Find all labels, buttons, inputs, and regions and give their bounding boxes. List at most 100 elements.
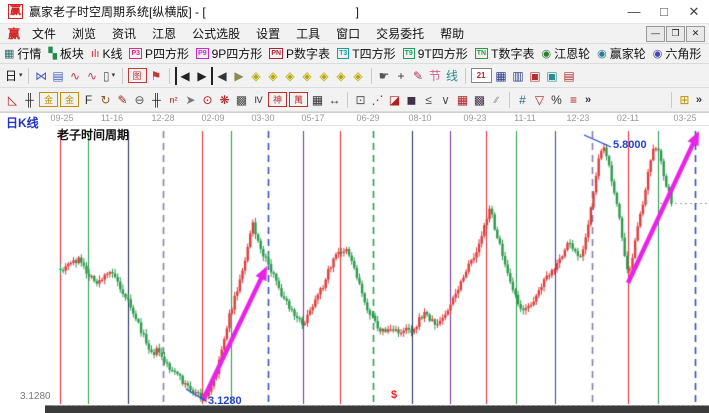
crosshair-tool-icon[interactable]: + [394, 67, 409, 85]
shaded-grid-icon[interactable]: ▩ [234, 91, 249, 109]
arrow-draw-icon[interactable]: ➤ [183, 91, 198, 109]
period-day-dropdown[interactable]: 日▾ [5, 67, 23, 85]
close-button[interactable]: ✕ [679, 1, 709, 23]
period-label[interactable]: 日K线 [6, 114, 39, 131]
candlestick-chart-canvas[interactable] [0, 113, 709, 406]
gann-wheel-button[interactable]: ◉江恩轮 [541, 45, 590, 62]
chart-title: 老子时间周期 [57, 126, 129, 143]
percent-icon[interactable]: % [549, 91, 564, 109]
menu-item-9[interactable]: 帮助 [432, 25, 472, 42]
menu-item-4[interactable]: 公式选股 [184, 25, 248, 42]
grid-bars-icon[interactable]: ╫ [149, 91, 164, 109]
angle-tool-icon[interactable]: ◺ [5, 91, 20, 109]
bar-style-dropdown[interactable]: ▯▾ [102, 67, 117, 85]
save-icon[interactable]: ▣ [528, 67, 543, 85]
wave3-icon[interactable]: ∿ [68, 67, 83, 85]
diamond-center-icon[interactable]: ◈ [317, 67, 332, 85]
slash-lines-icon[interactable]: ∕∕ [489, 91, 504, 109]
diamond-expand-icon[interactable]: ◈ [283, 67, 298, 85]
menu-item-3[interactable]: 江恩 [144, 25, 184, 42]
zigzag-check-icon[interactable]: ∨ [438, 91, 453, 109]
menu-item-8[interactable]: 交易委托 [368, 25, 432, 42]
transfer-icon[interactable]: ▣ [545, 67, 560, 85]
nav-prev-icon[interactable]: ◀ [215, 67, 230, 85]
flag-icon[interactable]: ⚑ [149, 67, 164, 85]
p-number-table-button[interactable]: PNP数字表 [269, 45, 330, 62]
date-label: 11-16 [101, 113, 123, 123]
minimize-button[interactable]: — [619, 1, 649, 23]
zigzag-tool-icon[interactable]: ⋈ [34, 67, 49, 85]
stats-bars-icon[interactable]: # [515, 91, 530, 109]
diamond-down-icon[interactable]: ◈ [351, 67, 366, 85]
diamond-up-icon[interactable]: ◈ [334, 67, 349, 85]
nav-next-icon[interactable]: ▶ [232, 67, 247, 85]
compass-pen-icon[interactable]: ✎ [115, 91, 130, 109]
calculator-icon[interactable]: ▦ [494, 67, 509, 85]
wave9-icon[interactable]: ∿ [85, 67, 100, 85]
diamond-right-icon[interactable]: ◈ [266, 67, 281, 85]
mdi-restore-button[interactable]: ❐ [666, 26, 685, 42]
winner-wheel-button[interactable]: ◉赢家轮 [597, 45, 646, 62]
fan-tool-icon[interactable]: ❋ [217, 91, 232, 109]
menu-item-5[interactable]: 设置 [248, 25, 288, 42]
box-tool-icon[interactable]: ⊡ [353, 91, 368, 109]
golden-ratio-icon[interactable]: 金 [60, 92, 79, 107]
right-pane-overflow-button[interactable]: » [696, 94, 702, 106]
percent-band-icon[interactable]: ▽ [532, 91, 547, 109]
notes-icon[interactable]: ▥ [511, 67, 526, 85]
toolbar-separator [465, 68, 466, 84]
quotes-button[interactable]: ▦行情 [4, 45, 41, 62]
menu-item-7[interactable]: 窗口 [328, 25, 368, 42]
pen-tool-icon[interactable]: ✎ [411, 67, 426, 85]
wan-tool-icon[interactable]: 萬 [289, 92, 308, 107]
menu-item-0[interactable]: 文件 [24, 25, 64, 42]
hbars-tool-icon[interactable]: ╫ [22, 91, 37, 109]
angle-lines-icon[interactable]: ≤ [421, 91, 436, 109]
sectors-button[interactable]: ▚板块 [48, 45, 83, 62]
diamond-left-icon[interactable]: ◈ [249, 67, 264, 85]
hand-tool-icon[interactable]: ☛ [377, 67, 392, 85]
circle-cross-icon[interactable]: ⊖ [132, 91, 147, 109]
shen-tool-icon[interactable]: 神 [268, 92, 287, 107]
main-toolbar-items: ▦行情 ▚板块 ılıK线 P3P四方形 P99P四方形 PNP数字表 T3T四方形 T99T… [4, 45, 708, 62]
maximize-button[interactable]: □ [649, 1, 679, 23]
percent-level-icon[interactable]: ≡ [566, 91, 581, 109]
menu-item-6[interactable]: 工具 [288, 25, 328, 42]
spiral-icon[interactable]: ↻ [98, 91, 113, 109]
p9-square-button[interactable]: P99P四方形 [196, 45, 262, 62]
n-square-icon[interactable]: n² [166, 91, 181, 109]
dark-box-icon[interactable]: ◼ [404, 91, 419, 109]
t-number-table-button[interactable]: TNT数字表 [475, 45, 535, 62]
bottom-scrollbar[interactable] [45, 405, 709, 413]
width-measure-icon[interactable]: ↔ [327, 91, 342, 109]
nav-first-icon[interactable]: ◀ [175, 67, 193, 85]
cycle-mark-icon[interactable]: 节 [428, 67, 443, 85]
mdi-minimize-button[interactable]: — [646, 26, 665, 42]
fan-lines-icon[interactable]: ⋰ [370, 91, 385, 109]
p-square-button[interactable]: P3P四方形 [129, 45, 189, 62]
mdi-close-button[interactable]: ✕ [686, 26, 705, 42]
dense-grid-icon[interactable]: ▦ [310, 91, 325, 109]
hatch-box-icon[interactable]: ◪ [387, 91, 402, 109]
golden-section-icon[interactable]: 金 [39, 92, 58, 107]
t-square-button[interactable]: T3T四方形 [337, 45, 396, 62]
calendar-icon[interactable]: 21 [471, 68, 492, 83]
toolbar3-overflow-button[interactable]: » [585, 94, 591, 106]
t9-square-button[interactable]: T99T四方形 [403, 45, 468, 62]
layout-grid-icon[interactable]: ⊞ [677, 91, 692, 109]
fibonacci-icon[interactable]: F [81, 91, 96, 109]
print-icon[interactable]: ▤ [562, 67, 577, 85]
red-grid-icon[interactable]: ▦ [455, 91, 470, 109]
hexagon-button[interactable]: ◉六角形 [653, 45, 702, 62]
menu-item-2[interactable]: 资讯 [104, 25, 144, 42]
dark-grid-icon[interactable]: ▩ [472, 91, 487, 109]
roman-lines-icon[interactable]: Ⅳ [251, 91, 266, 109]
pattern-box-icon[interactable]: 图 [128, 68, 147, 83]
thread-tool-icon[interactable]: 线 [445, 67, 460, 85]
diamond-shrink-icon[interactable]: ◈ [300, 67, 315, 85]
info-panel-icon[interactable]: ▤ [51, 67, 66, 85]
gann-circle-icon[interactable]: ⊙ [200, 91, 215, 109]
menu-item-1[interactable]: 浏览 [64, 25, 104, 42]
nav-last-icon[interactable]: ▶ [195, 67, 213, 85]
kline-button[interactable]: ılıK线 [91, 45, 123, 62]
